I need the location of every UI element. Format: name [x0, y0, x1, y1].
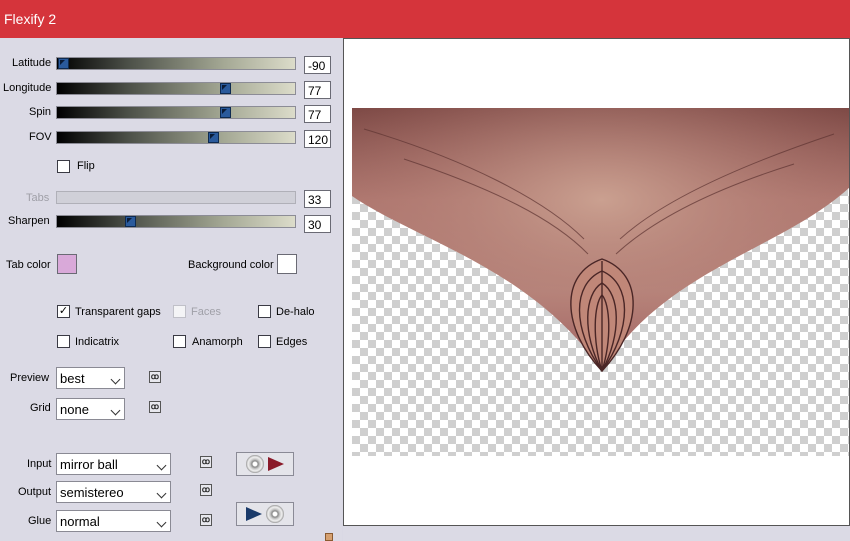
- de-halo-checkbox[interactable]: [258, 305, 271, 318]
- longitude-slider-thumb[interactable]: [220, 83, 231, 94]
- title-bar: Flexify 2: [0, 0, 850, 38]
- link-icon[interactable]: ꝏ: [200, 456, 212, 468]
- disc-icon: [246, 455, 264, 473]
- latitude-label: Latitude: [12, 57, 52, 69]
- flexified-image: [352, 108, 849, 373]
- resize-handle[interactable]: [325, 533, 333, 541]
- de-halo-label: De-halo: [276, 306, 315, 318]
- link-icon[interactable]: ꝏ: [149, 401, 161, 413]
- chevron-down-icon: [156, 517, 167, 528]
- chevron-down-icon: [110, 374, 121, 385]
- transparent-gaps-label: Transparent gaps: [75, 306, 161, 318]
- preview-canvas[interactable]: [343, 38, 850, 526]
- chevron-down-icon: [156, 460, 167, 471]
- grid-dropdown[interactable]: none: [56, 398, 125, 420]
- grid-label: Grid: [30, 402, 51, 414]
- link-icon[interactable]: ꝏ: [200, 484, 212, 496]
- anamorph-label: Anamorph: [192, 336, 243, 348]
- anamorph-checkbox[interactable]: [173, 335, 186, 348]
- faces-checkbox: [173, 305, 186, 318]
- glue-label: Glue: [28, 515, 52, 527]
- longitude-label: Longitude: [3, 82, 52, 94]
- longitude-value[interactable]: 77: [304, 81, 331, 99]
- glue-dropdown-value: normal: [60, 514, 100, 529]
- glue-dropdown[interactable]: normal: [56, 510, 171, 532]
- sharpen-label: Sharpen: [8, 215, 50, 227]
- fov-slider-thumb[interactable]: [208, 132, 219, 143]
- sharpen-slider-thumb[interactable]: [125, 216, 136, 227]
- preview-label: Preview: [10, 372, 50, 384]
- spin-value[interactable]: 77: [304, 105, 331, 123]
- tabs-slider: [56, 191, 296, 204]
- arrow-right-icon: [268, 457, 284, 471]
- arrow-to-disc-button[interactable]: [236, 502, 294, 526]
- indicatrix-checkbox[interactable]: [57, 335, 70, 348]
- latitude-slider-thumb[interactable]: [58, 58, 69, 69]
- input-dropdown-value: mirror ball: [60, 457, 118, 472]
- spin-slider[interactable]: [56, 106, 296, 119]
- preview-dropdown[interactable]: best: [56, 367, 125, 389]
- transparent-gaps-checkbox[interactable]: ✓: [57, 305, 70, 318]
- chevron-down-icon: [156, 488, 167, 499]
- output-label: Output: [18, 486, 52, 498]
- indicatrix-label: Indicatrix: [75, 336, 120, 348]
- output-dropdown[interactable]: semistereo: [56, 481, 171, 503]
- link-icon[interactable]: ꝏ: [149, 371, 161, 383]
- latitude-value[interactable]: -90: [304, 56, 331, 74]
- tab-color-swatch[interactable]: [57, 254, 77, 274]
- tabs-value: 33: [304, 190, 331, 208]
- edges-label: Edges: [276, 336, 308, 348]
- faces-label: Faces: [191, 306, 221, 318]
- background-color-swatch[interactable]: [277, 254, 297, 274]
- spin-slider-thumb[interactable]: [220, 107, 231, 118]
- input-dropdown[interactable]: mirror ball: [56, 453, 171, 475]
- preview-status-bar: [343, 526, 850, 541]
- fov-value[interactable]: 120: [304, 130, 331, 148]
- chevron-down-icon: [110, 405, 121, 416]
- flip-checkbox[interactable]: [57, 160, 70, 173]
- fov-label: FOV: [29, 131, 52, 143]
- longitude-slider[interactable]: [56, 82, 296, 95]
- spin-label: Spin: [29, 106, 52, 118]
- tab-color-label: Tab color: [6, 259, 51, 271]
- sharpen-value[interactable]: 30: [304, 215, 331, 233]
- input-label: Input: [27, 458, 52, 470]
- flip-label: Flip: [77, 160, 95, 172]
- link-icon[interactable]: ꝏ: [200, 514, 212, 526]
- settings-panel: Latitude -90 Longitude 77 Spin 77 FOV 12…: [0, 38, 342, 541]
- sharpen-slider[interactable]: [56, 215, 296, 228]
- tabs-label: Tabs: [26, 192, 50, 204]
- arrow-right-icon: [246, 507, 262, 521]
- preview-dropdown-value: best: [60, 371, 85, 386]
- disc-icon: [266, 505, 284, 523]
- window-title: Flexify 2: [4, 11, 57, 27]
- fov-slider[interactable]: [56, 131, 296, 144]
- background-color-label: Background color: [188, 259, 274, 271]
- latitude-slider[interactable]: [56, 57, 296, 70]
- disc-to-arrow-button[interactable]: [236, 452, 294, 476]
- output-dropdown-value: semistereo: [60, 485, 124, 500]
- edges-checkbox[interactable]: [258, 335, 271, 348]
- grid-dropdown-value: none: [60, 402, 89, 417]
